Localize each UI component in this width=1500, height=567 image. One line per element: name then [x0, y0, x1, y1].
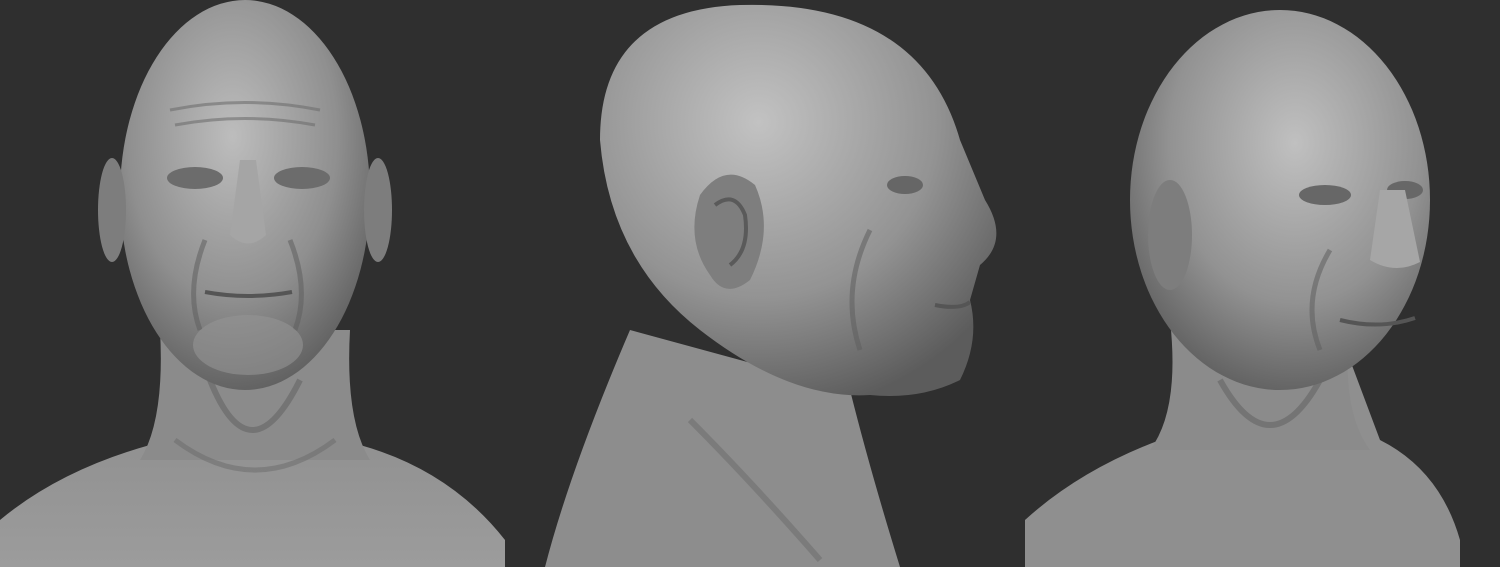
side-view-bust — [540, 0, 1020, 567]
three-quarter-bust-drawing — [1025, 10, 1460, 567]
front-eye-right — [274, 167, 330, 189]
side-eye — [887, 176, 923, 194]
front-bust-drawing — [0, 0, 505, 567]
front-ear-left — [98, 158, 126, 262]
front-view-bust — [0, 0, 510, 567]
front-eye-left — [167, 167, 223, 189]
front-ear-right — [364, 158, 392, 262]
sculpt-render-canvas — [0, 0, 1500, 567]
side-bust-drawing — [545, 4, 997, 567]
side-head — [600, 4, 997, 397]
three-quarter-view-bust — [1020, 0, 1500, 567]
three-quarter-ear — [1148, 180, 1192, 290]
three-quarter-eye-left — [1299, 185, 1351, 205]
